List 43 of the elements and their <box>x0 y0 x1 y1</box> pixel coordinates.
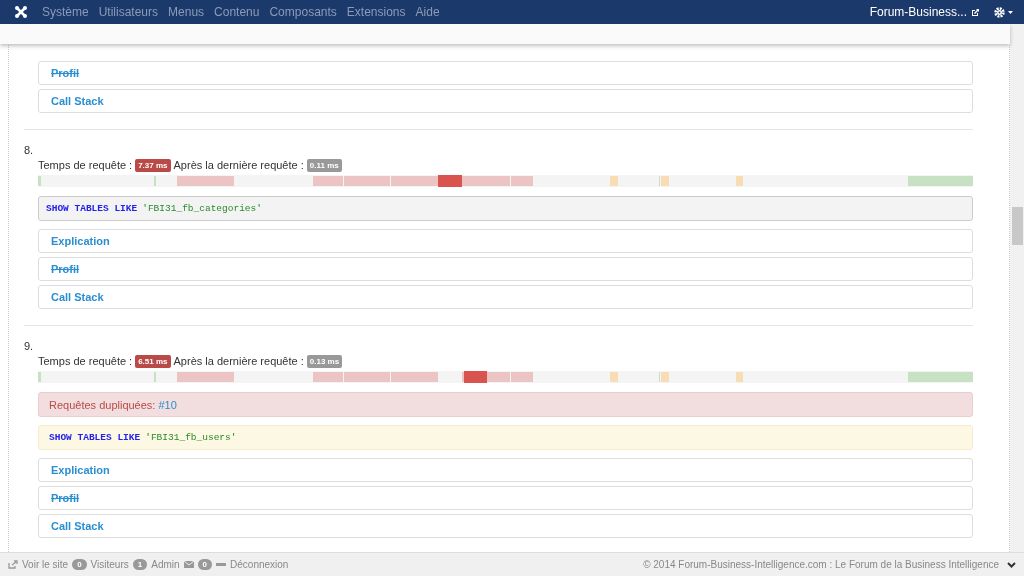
after-last-label: Après la dernière requête : <box>173 159 304 171</box>
chevron-down-icon[interactable] <box>1007 561 1016 568</box>
menu-item[interactable]: Contenu <box>214 5 260 19</box>
query-time-label: Temps de requête : <box>38 355 133 367</box>
copyright-text: © 2014 Forum-Business-Intelligence.com : Le Forum de la Business Intelligence <box>643 559 999 570</box>
query-number: 8. <box>24 144 35 158</box>
query-time-badge: 6.51 ms <box>135 354 171 368</box>
share-icon <box>8 560 18 569</box>
menu-item[interactable]: Composants <box>269 5 337 19</box>
query-time-badge: 7.37 ms <box>135 158 171 172</box>
duplicate-link[interactable]: #10 <box>158 398 177 411</box>
panel-link[interactable]: Call Stack <box>51 520 104 532</box>
after-last-label: Après la dernière requête : <box>173 355 304 367</box>
admin-label: Admin <box>151 559 180 570</box>
visitors-label: Visiteurs <box>90 559 129 570</box>
menu-item[interactable]: Aide <box>415 5 440 19</box>
admin-count: 1 <box>132 559 148 570</box>
view-site-link[interactable]: Voir le site <box>22 559 69 570</box>
settings-icon[interactable] <box>994 6 1014 18</box>
after-last-badge: 0.13 ms <box>306 354 343 368</box>
panel-link[interactable]: Call Stack <box>51 95 104 107</box>
messages-count: 0 <box>197 559 213 570</box>
logout-link[interactable]: Déconnexion <box>230 559 289 570</box>
after-last-badge: 0.11 ms <box>306 158 342 172</box>
external-link-icon <box>971 7 980 17</box>
duplicate-alert: Requêtes dupliquées: #10 <box>38 392 973 417</box>
sql-query: SHOW TABLES LIKE 'FBI31_fb_users' <box>38 425 973 450</box>
panel-link[interactable]: Explication <box>51 235 110 247</box>
logo-icon <box>14 5 28 19</box>
panel-link[interactable]: Explication <box>51 464 110 476</box>
menu-item[interactable]: Utilisateurs <box>98 5 159 19</box>
menu-item[interactable]: Extensions <box>346 5 406 19</box>
scrollbar[interactable] <box>1010 24 1024 552</box>
menu-item[interactable]: Menus <box>168 5 205 19</box>
minus-icon <box>216 563 227 566</box>
panel-link[interactable]: Call Stack <box>51 291 104 303</box>
envelope-icon <box>183 561 194 568</box>
sql-query: SHOW TABLES LIKE 'FBI31_fb_categories' <box>38 196 973 221</box>
query-number: 9. <box>24 340 35 354</box>
site-link[interactable]: Forum-Business... <box>869 5 980 19</box>
query-time-label: Temps de requête : <box>38 159 133 171</box>
visitors-count: 0 <box>72 559 87 570</box>
menu-item[interactable]: Système <box>42 5 89 19</box>
